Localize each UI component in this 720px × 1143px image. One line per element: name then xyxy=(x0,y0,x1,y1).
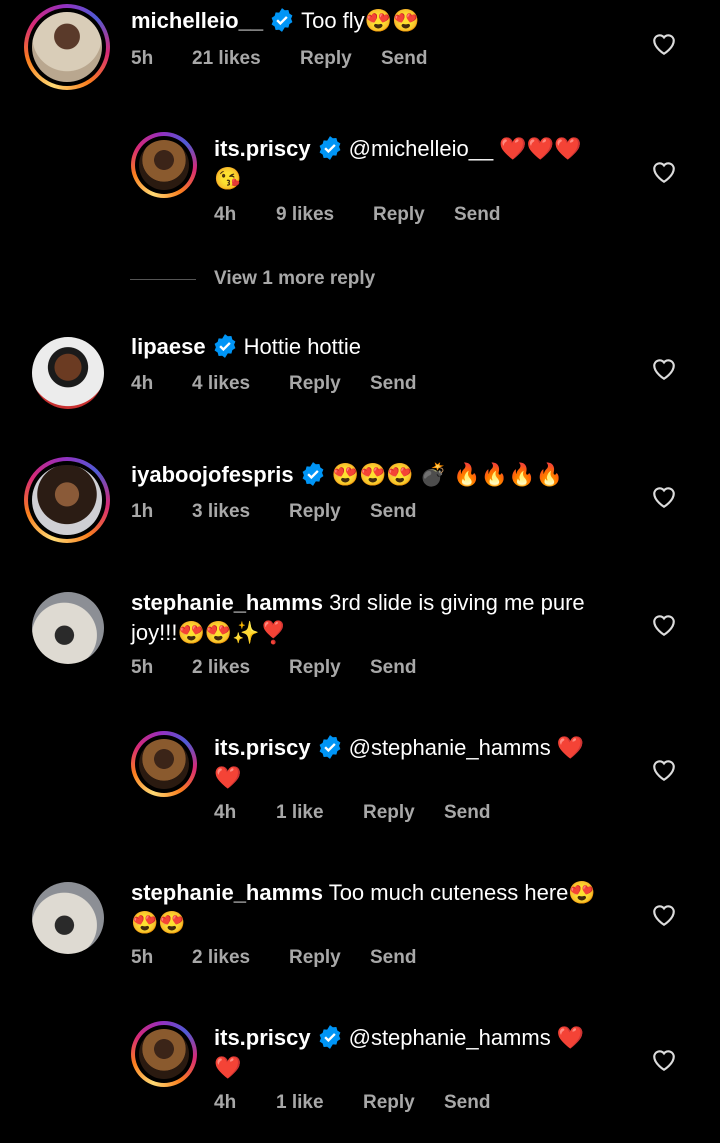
heart-outline-icon[interactable] xyxy=(651,32,677,56)
view-more-replies-label[interactable]: View 1 more reply xyxy=(214,268,375,290)
heart-outline-icon[interactable] xyxy=(651,357,677,381)
avatar[interactable] xyxy=(131,132,197,198)
heart-outline-icon[interactable] xyxy=(651,485,677,509)
comment-time: 4h xyxy=(131,373,154,394)
username[interactable]: iyaboojofespris xyxy=(131,462,294,487)
verified-badge-icon xyxy=(319,1025,341,1049)
heart-outline-icon[interactable] xyxy=(651,903,677,927)
comment-text: 3rd slide is giving me pure xyxy=(329,590,585,615)
reply-button[interactable]: Reply xyxy=(289,501,341,523)
reply-button[interactable]: Reply xyxy=(289,947,341,969)
avatar[interactable] xyxy=(131,731,197,797)
likes-count[interactable]: 1 like xyxy=(276,802,324,824)
username[interactable]: its.priscy xyxy=(214,136,311,161)
verified-badge-icon xyxy=(214,334,236,358)
comment-text: @stephanie_hamms ❤️ xyxy=(348,1025,585,1050)
likes-count[interactable]: 9 likes xyxy=(276,204,334,226)
likes-count[interactable]: 21 likes xyxy=(192,48,261,70)
comment-text-continued: 😘 xyxy=(214,166,242,191)
comment-text-continued: 😍😍 xyxy=(131,910,186,935)
divider-line xyxy=(130,279,196,280)
verified-badge-icon xyxy=(271,8,293,32)
reply-button[interactable]: Reply xyxy=(363,1092,415,1114)
comment-text: @stephanie_hamms ❤️ xyxy=(348,735,585,760)
username[interactable]: michelleio__ xyxy=(131,8,263,33)
send-button[interactable]: Send xyxy=(370,501,416,523)
heart-outline-icon[interactable] xyxy=(651,1048,677,1072)
heart-outline-icon[interactable] xyxy=(651,613,677,637)
reply-button[interactable]: Reply xyxy=(289,657,341,679)
reply-button[interactable]: Reply xyxy=(363,802,415,824)
comment-time: 4h xyxy=(214,204,237,225)
send-button[interactable]: Send xyxy=(370,373,416,395)
username[interactable]: stephanie_hamms xyxy=(131,590,323,615)
comment-text: Hottie hottie xyxy=(243,334,362,359)
verified-badge-icon xyxy=(319,136,341,160)
comment-text: @michelleio__ ❤️❤️❤️ xyxy=(348,136,582,161)
comment-time: 5h xyxy=(131,48,154,69)
likes-count[interactable]: 4 likes xyxy=(192,373,250,395)
likes-count[interactable]: 2 likes xyxy=(192,947,250,969)
send-button[interactable]: Send xyxy=(370,947,416,969)
comment-text: 😍😍😍 💣 🔥🔥🔥🔥 xyxy=(331,462,563,487)
verified-badge-icon xyxy=(302,462,323,486)
send-button[interactable]: Send xyxy=(370,657,416,679)
comment-time: 5h xyxy=(131,657,154,678)
comment-time: 5h xyxy=(131,947,154,968)
comment-text-continued: joy!!!😍😍✨❣️ xyxy=(131,620,288,645)
comment-text: Too fly😍😍 xyxy=(301,8,420,33)
comment-text-continued: ❤️ xyxy=(214,765,242,790)
send-button[interactable]: Send xyxy=(454,204,500,226)
avatar[interactable] xyxy=(24,4,110,90)
reply-button[interactable]: Reply xyxy=(300,48,352,70)
username[interactable]: lipaese xyxy=(131,334,206,359)
reply-button[interactable]: Reply xyxy=(289,373,341,395)
comment-text: Too much cuteness here😍 xyxy=(328,880,596,905)
likes-count[interactable]: 3 likes xyxy=(192,501,250,523)
comment-time: 4h xyxy=(214,802,237,823)
send-button[interactable]: Send xyxy=(444,802,490,824)
avatar[interactable] xyxy=(24,457,110,543)
heart-outline-icon[interactable] xyxy=(651,758,677,782)
verified-badge-icon xyxy=(319,735,341,759)
send-button[interactable]: Send xyxy=(444,1092,490,1114)
username[interactable]: stephanie_hamms xyxy=(131,880,323,905)
avatar[interactable] xyxy=(32,882,104,954)
username[interactable]: its.priscy xyxy=(214,735,311,760)
avatar[interactable] xyxy=(32,337,104,409)
comment-time: 4h xyxy=(214,1092,237,1113)
likes-count[interactable]: 2 likes xyxy=(192,657,250,679)
username[interactable]: its.priscy xyxy=(214,1025,311,1050)
comment-time: 1h xyxy=(131,501,154,522)
reply-button[interactable]: Reply xyxy=(373,204,425,226)
likes-count[interactable]: 1 like xyxy=(276,1092,324,1114)
comment-text-continued: ❤️ xyxy=(214,1055,242,1080)
avatar[interactable] xyxy=(131,1021,197,1087)
avatar[interactable] xyxy=(32,592,104,664)
send-button[interactable]: Send xyxy=(381,48,427,70)
heart-outline-icon[interactable] xyxy=(651,160,677,184)
